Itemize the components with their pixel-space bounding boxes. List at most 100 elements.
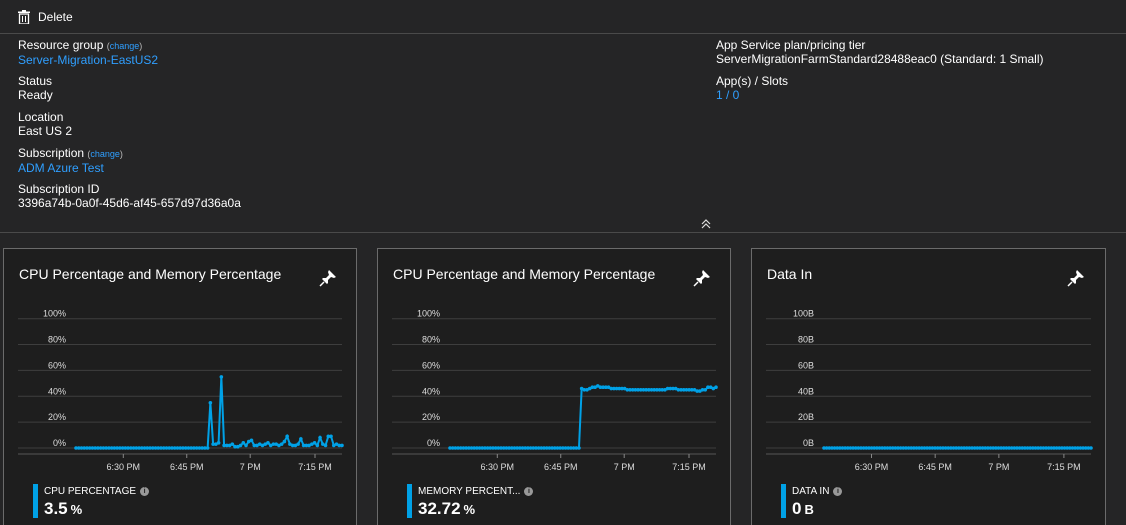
tile-title: CPU Percentage and Memory Percentage — [393, 266, 656, 282]
pin-icon[interactable] — [319, 269, 337, 287]
plan-label: App Service plan/pricing tier — [716, 38, 866, 52]
plan-value: ServerMigrationFarmStandard28488eac0 (St… — [716, 52, 1044, 66]
status-label: Status — [18, 74, 53, 88]
data-point — [249, 438, 254, 443]
tile-title: Data In — [767, 266, 813, 282]
apps-slots-property: App(s) / Slots 1 / 0 — [716, 74, 1044, 110]
pin-icon[interactable] — [693, 269, 711, 287]
y-tick-label: 20% — [48, 412, 66, 422]
y-tick-label: 80% — [48, 335, 66, 345]
data-point — [208, 400, 213, 405]
data-point — [312, 441, 317, 445]
subscription-label: Subscription — [18, 146, 85, 160]
y-tick-label: 80% — [422, 335, 440, 345]
data-point — [318, 435, 322, 440]
metric-value: 0 — [792, 499, 802, 518]
apps-slots-label: App(s) / Slots — [716, 74, 789, 88]
info-icon[interactable]: i — [524, 487, 534, 496]
y-tick-label: 0% — [53, 438, 66, 448]
resource-group-value-link[interactable]: Server-Migration-EastUS2 — [18, 53, 241, 68]
apps-slots-value-link[interactable]: 1 / 0 — [716, 88, 1044, 103]
y-tick-label: 40% — [48, 386, 66, 396]
y-tick-label: 100B — [793, 309, 814, 319]
resource-group-label: Resource group — [18, 38, 104, 52]
resource-group-property: Resource group (change) Server-Migration… — [18, 38, 241, 74]
data-point — [315, 443, 320, 448]
x-tick-label: 7 PM — [988, 462, 1009, 472]
data-in-chart: 100B 80B 60B 40B 20B 0B 6:30 PM 6:45 PM 7 PM 7:15… — [766, 309, 1093, 472]
data-point — [577, 446, 581, 450]
subscription-id-label: Subscription ID — [18, 182, 100, 196]
y-tick-label: 60% — [422, 360, 440, 370]
y-tick-label: 100% — [417, 309, 440, 319]
metric-label: CPU PERCENTAGE — [44, 486, 137, 497]
x-tick-label: 7:15 PM — [1047, 462, 1081, 472]
data-in-tile[interactable]: Data In 100B 80B 60B 40B 20B 0B 6:30 PM 6:45 PM… — [751, 248, 1106, 525]
x-tick-label: 6:30 PM — [107, 462, 141, 472]
essentials-right-column: App Service plan/pricing tier ServerMigr… — [716, 38, 1044, 110]
data-point — [266, 441, 270, 445]
data-point — [230, 442, 235, 446]
status-value: Ready — [18, 88, 53, 102]
tile-title: CPU Percentage and Memory Percentage — [19, 266, 282, 282]
x-tick-label: 6:30 PM — [481, 462, 515, 472]
data-point — [216, 441, 221, 445]
collapse-chevron-icon[interactable] — [700, 218, 712, 230]
data-point — [299, 437, 303, 441]
x-tick-label: 7:15 PM — [672, 462, 706, 472]
trash-icon — [18, 10, 30, 24]
plan-property: App Service plan/pricing tier ServerMigr… — [716, 38, 1044, 74]
x-tick-label: 6:45 PM — [544, 462, 578, 472]
y-tick-label: 100% — [43, 309, 66, 319]
y-tick-label: 20B — [798, 412, 814, 422]
y-tick-label: 40B — [798, 386, 814, 396]
y-tick-label: 20% — [422, 412, 440, 422]
location-property: Location East US 2 — [18, 110, 241, 146]
subscription-id-property: Subscription ID 3396a74b-0a0f-45d6-af45-… — [18, 182, 241, 218]
x-tick-label: 7:15 PM — [298, 462, 332, 472]
y-tick-label: 80B — [798, 335, 814, 345]
command-bar: Delete — [0, 0, 1126, 34]
subscription-property: Subscription (change) ADM Azure Test — [18, 146, 241, 182]
metric-label: MEMORY PERCENT... — [418, 486, 521, 497]
info-icon[interactable]: i — [833, 487, 843, 496]
essentials-left-column: Resource group (change) Server-Migration… — [18, 38, 241, 218]
series-color-bar — [33, 484, 38, 518]
delete-label: Delete — [38, 10, 73, 24]
info-icon[interactable]: i — [140, 487, 150, 496]
delete-button[interactable]: Delete — [18, 8, 73, 26]
series-color-bar — [781, 484, 786, 518]
metric-value: 32.72 — [418, 499, 461, 518]
location-label: Location — [18, 110, 64, 124]
metric-unit: % — [463, 502, 476, 517]
data-point — [296, 442, 300, 446]
data-point — [323, 443, 328, 448]
metric-value: 3.5 — [44, 499, 68, 518]
subscription-value-link[interactable]: ADM Azure Test — [18, 161, 241, 176]
metric-label: DATA IN — [792, 486, 830, 497]
series-color-bar — [407, 484, 412, 518]
y-tick-label: 60B — [798, 360, 814, 370]
data-point — [285, 434, 289, 439]
data-point — [279, 442, 284, 446]
data-point — [714, 385, 718, 390]
y-tick-label: 0B — [803, 438, 814, 448]
data-point — [282, 439, 287, 444]
data-point — [329, 434, 333, 439]
pin-icon[interactable] — [1067, 269, 1085, 287]
data-point — [244, 443, 248, 448]
data-point — [703, 388, 708, 392]
cpu-memory-tile[interactable]: CPU Percentage and Memory Percentage 100… — [3, 248, 357, 525]
location-value: East US 2 — [18, 124, 73, 138]
metric-unit: B — [804, 502, 814, 517]
x-tick-label: 7 PM — [614, 462, 635, 472]
resource-group-change-link[interactable]: (change) — [107, 41, 143, 51]
y-tick-label: 40% — [422, 386, 440, 396]
x-tick-label: 7 PM — [240, 462, 261, 472]
memory-chart: 100% 80% 60% 40% 20% 0% 6:30 PM 6:45 PM 7 PM 7:15… — [392, 309, 718, 472]
data-point — [238, 443, 243, 448]
subscription-change-link[interactable]: (change) — [87, 149, 123, 159]
metric-unit: % — [70, 502, 83, 517]
data-point — [340, 443, 344, 448]
memory-tile[interactable]: CPU Percentage and Memory Percentage 100… — [377, 248, 731, 525]
